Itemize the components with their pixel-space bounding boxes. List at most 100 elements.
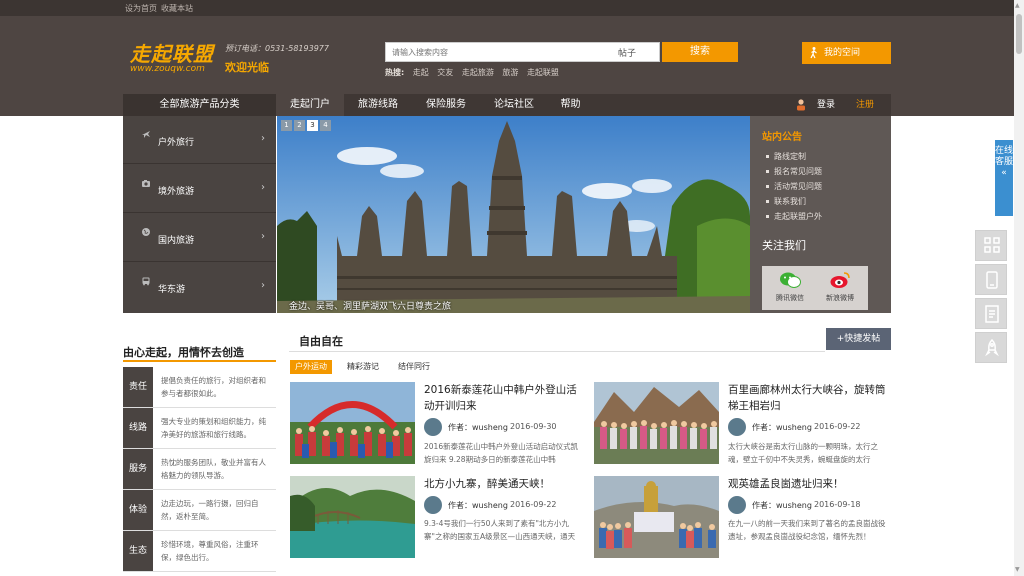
banner-image (277, 116, 750, 313)
camera-icon (142, 180, 150, 187)
category-east-china[interactable]: 华东游 › (123, 263, 276, 311)
tab-outdoor-sports[interactable]: 户外运动 (290, 360, 332, 374)
chevron-right-icon: › (261, 133, 265, 144)
hotline: 预订电话：0531-58193977 (225, 44, 329, 53)
post-excerpt: 2016新泰莲花山中韩户外登山活动启动仪式凯旋归来 9.28期动多日的新泰莲花山… (424, 442, 579, 464)
quick-post-button[interactable]: +快捷发帖 (826, 328, 891, 350)
tab-travel-notes[interactable]: 精彩游记 (342, 360, 384, 374)
post-card[interactable]: 观英雄孟良崮遗址归来！ 作者：wusheng 2016-09-18 在九一八的前… (594, 476, 888, 558)
post-thumbnail[interactable] (290, 382, 415, 464)
feedback-button[interactable] (975, 298, 1007, 329)
feature-desc: 强大专业的策划和组织能力，纯净美好的旅游和旅行线路。 (161, 417, 266, 439)
banner-slider[interactable]: 1 2 3 4 金边、吴哥、洞里萨湖双飞六日尊贵之旅 (277, 116, 750, 313)
feature-row: 服务 热忱的服务团队，敬业并富有人格魅力的领队导游。 (123, 449, 276, 490)
set-home-link[interactable]: 设为首页 (125, 3, 157, 14)
tab-travel-companion[interactable]: 结伴同行 (393, 360, 435, 374)
page-scrollbar[interactable] (1014, 0, 1024, 576)
notice-item[interactable]: 活动常见问题 (766, 179, 822, 194)
feature-key: 服务 (123, 449, 153, 489)
search-input[interactable] (386, 43, 611, 61)
feature-row: 体验 边走边玩，一路行摄，回归自然，返朴至简。 (123, 490, 276, 531)
online-service-label: 在线客服 (995, 146, 1014, 167)
banner-pager: 1 2 3 4 (281, 120, 331, 131)
nav-item-portal[interactable]: 走起门户 (276, 94, 344, 116)
nav-item-forum[interactable]: 论坛社区 (480, 94, 548, 116)
post-title[interactable]: 观英雄孟良崮遗址归来！ (728, 476, 888, 492)
plane-icon (142, 131, 150, 138)
hot-term[interactable]: 交友 (437, 68, 453, 77)
banner-page-dot-active[interactable]: 3 (307, 120, 318, 131)
register-link[interactable]: 注册 (856, 94, 874, 116)
nav-item-routes[interactable]: 旅游线路 (344, 94, 412, 116)
all-categories-menu[interactable]: 全部旅游产品分类 (123, 94, 276, 116)
category-label: 境外旅游 (158, 187, 195, 197)
mobile-phone-icon (986, 271, 998, 289)
back-to-top-button[interactable] (975, 332, 1007, 363)
author-avatar (728, 418, 746, 436)
category-outdoor[interactable]: 户外旅行 › (123, 116, 276, 164)
hot-term[interactable]: 走起旅游 (462, 68, 494, 77)
notice-item[interactable]: 走起联盟户外 (766, 209, 822, 224)
category-domestic[interactable]: 国内旅游 › (123, 214, 276, 262)
post-title[interactable]: 北方小九寨，醉美通天峡！ (424, 476, 584, 492)
post-title[interactable]: 2016新泰莲花山中韩户外登山活动开训归来 (424, 382, 584, 414)
feature-key: 体验 (123, 490, 153, 530)
my-space-button[interactable]: 我的空间 (802, 42, 891, 64)
login-link[interactable]: 登录 (817, 94, 835, 116)
post-author: 作者：wusheng (448, 501, 508, 510)
search-button[interactable]: 搜索 (662, 42, 738, 62)
notice-item[interactable]: 路线定制 (766, 149, 822, 164)
chevron-right-icon: › (261, 182, 265, 193)
category-label: 户外旅行 (158, 138, 195, 148)
banner-caption[interactable]: 金边、吴哥、洞里萨湖双飞六日尊贵之旅 (289, 299, 451, 312)
bookmark-link[interactable]: 收藏本站 (161, 3, 193, 14)
post-card[interactable]: 2016新泰莲花山中韩户外登山活动开训归来 作者：wusheng 2016-09… (290, 382, 584, 464)
post-card[interactable]: 百里画廊林州太行大峡谷，旋转筒梯王相岩归 作者：wusheng 2016-09-… (594, 382, 888, 464)
author-avatar (424, 496, 442, 514)
feature-key: 生态 (123, 531, 153, 571)
qr-code-button[interactable] (975, 230, 1007, 261)
section-title: 自由自在 (299, 335, 343, 348)
hot-term[interactable]: 走起联盟 (527, 68, 559, 77)
category-overseas[interactable]: 境外旅游 › (123, 165, 276, 213)
scroll-down-arrow-icon[interactable]: ▼ (1015, 566, 1020, 573)
mobile-button[interactable] (975, 264, 1007, 295)
section-header: 自由自在 (289, 328, 825, 352)
feature-key: 责任 (123, 367, 153, 407)
feature-desc: 边走边玩，一路行摄，回归自然，返朴至简。 (161, 499, 259, 521)
post-author: 作者：wusheng (752, 501, 812, 510)
wechat-link[interactable]: 腾讯微信 (765, 271, 815, 303)
post-thumbnail[interactable] (594, 476, 719, 558)
hot-searches: 热搜: 走起 交友 走起旅游 旅游 走起联盟 (385, 67, 559, 78)
post-thumbnail[interactable] (290, 476, 415, 558)
hot-term[interactable]: 走起 (413, 68, 429, 77)
welcome-text: 欢迎光临 (225, 61, 269, 74)
post-date: 2016-09-22 (510, 500, 557, 509)
nav-item-insurance[interactable]: 保险服务 (412, 94, 480, 116)
post-date: 2016-09-18 (814, 500, 861, 509)
user-icon (797, 99, 805, 111)
search-type-select[interactable]: 帖子 (618, 46, 636, 59)
hot-term[interactable]: 旅游 (502, 68, 518, 77)
site-logo[interactable]: 走起联盟 (130, 38, 214, 67)
wechat-label: 腾讯微信 (776, 294, 804, 302)
scrollbar-thumb[interactable] (1016, 14, 1022, 54)
post-card[interactable]: 北方小九寨，醉美通天峡！ 作者：wusheng 2016-09-22 9.3-4… (290, 476, 584, 558)
globe-icon (142, 228, 150, 236)
notice-item[interactable]: 联系我们 (766, 194, 822, 209)
top-bar: 设为首页 收藏本站 (0, 0, 1024, 16)
main-nav: 全部旅游产品分类 走起门户 旅游线路 保险服务 论坛社区 帮助 登录 注册 (123, 94, 891, 116)
nav-item-help[interactable]: 帮助 (548, 94, 593, 116)
online-service-tab[interactable]: 在线客服 « (995, 140, 1013, 216)
banner-page-dot[interactable]: 4 (320, 120, 331, 131)
banner-page-dot[interactable]: 1 (281, 120, 292, 131)
notice-item[interactable]: 报名常见问题 (766, 164, 822, 179)
post-thumbnail[interactable] (594, 382, 719, 464)
banner-page-dot[interactable]: 2 (294, 120, 305, 131)
chevron-right-icon: › (261, 231, 265, 242)
wechat-icon (780, 272, 801, 288)
post-title[interactable]: 百里画廊林州太行大峡谷，旋转筒梯王相岩归 (728, 382, 888, 414)
scroll-up-arrow-icon[interactable]: ▲ (1015, 2, 1020, 9)
weibo-link[interactable]: 新浪微博 (815, 271, 865, 303)
social-links: 腾讯微信 新浪微博 (762, 266, 868, 310)
